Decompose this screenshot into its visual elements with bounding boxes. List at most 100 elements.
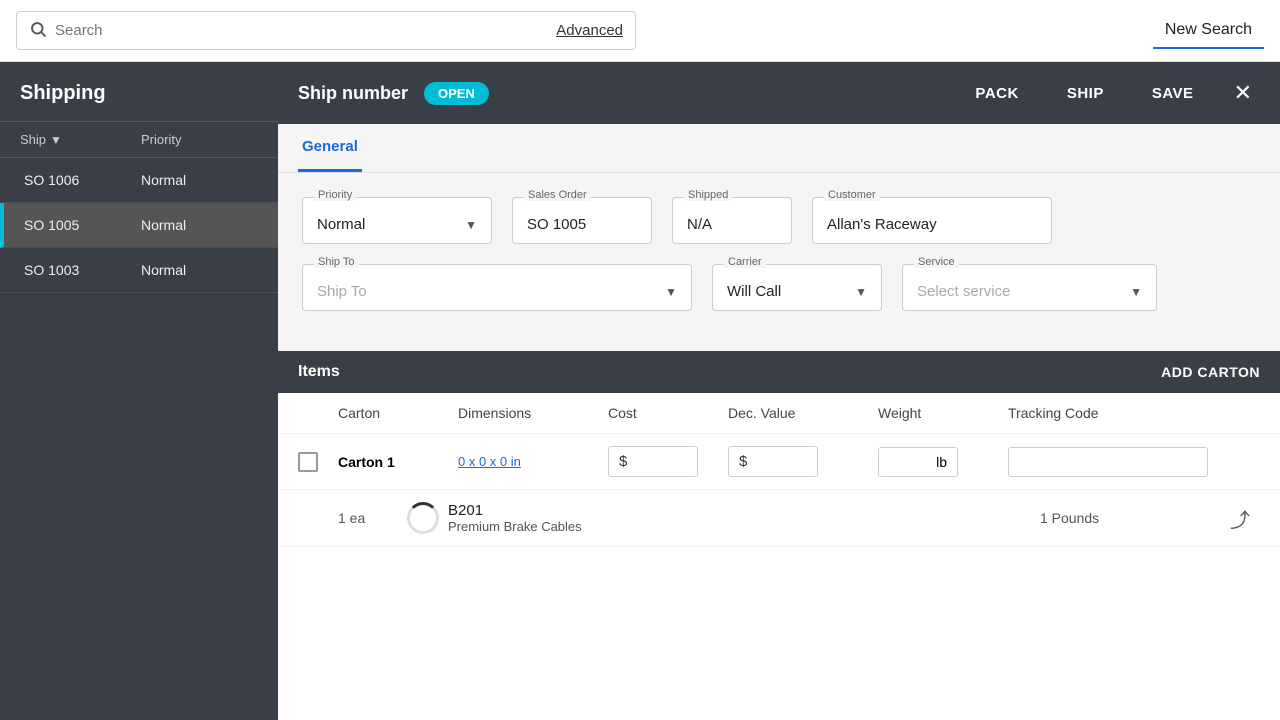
customer-field-group: Customer Allan's Raceway xyxy=(812,197,1052,244)
td-tracking xyxy=(1008,447,1260,477)
sidebar-item-so: SO 1005 xyxy=(24,217,141,233)
content-header: Ship number OPEN PACK SHIP SAVE ✕ xyxy=(278,62,1280,124)
table-header-row: Carton Dimensions Cost Dec. Value Weight… xyxy=(278,393,1280,434)
sub-item-qty: 1 ea xyxy=(338,510,398,526)
save-button[interactable]: SAVE xyxy=(1136,77,1210,110)
search-area: Advanced xyxy=(16,11,636,50)
sidebar-item-priority: Normal xyxy=(141,262,258,278)
carrier-dropdown-arrow-icon: ▼ xyxy=(855,285,867,299)
priority-dropdown-arrow-icon: ▼ xyxy=(465,218,477,232)
shipped-label: Shipped xyxy=(684,189,732,201)
sales-order-field-group: Sales Order SO 1005 xyxy=(512,197,652,244)
th-dimensions: Dimensions xyxy=(458,405,608,421)
sidebar-items: SO 1006 Normal SO 1005 Normal SO 1003 No… xyxy=(0,158,278,293)
sidebar-item-so: SO 1006 xyxy=(24,172,141,188)
service-field-group: Service Select service ▼ xyxy=(902,264,1157,311)
route-icon[interactable]: ⤴ xyxy=(1230,504,1250,533)
sidebar-item-so: SO 1003 xyxy=(24,262,141,278)
ship-to-field-group: Ship To Ship To ▼ xyxy=(302,264,692,311)
carrier-value: Will Call xyxy=(727,283,781,300)
shipped-field-group: Shipped N/A xyxy=(672,197,792,244)
carrier-dropdown[interactable]: Will Call ▼ xyxy=(712,264,882,311)
carrier-field-group: Carrier Will Call ▼ xyxy=(712,264,882,311)
td-checkbox[interactable] xyxy=(298,452,338,472)
main-layout: Shipping Ship ▼ Priority SO 1006 Normal … xyxy=(0,62,1280,720)
ship-to-dropdown-arrow-icon: ▼ xyxy=(665,285,677,299)
td-dec-value: $ xyxy=(728,446,878,477)
priority-dropdown[interactable]: Normal ▼ xyxy=(302,197,492,244)
service-dropdown[interactable]: Select service ▼ xyxy=(902,264,1157,311)
sort-arrow-icon: ▼ xyxy=(50,133,62,147)
items-table: Carton Dimensions Cost Dec. Value Weight… xyxy=(278,393,1280,720)
sidebar-col-ship: Ship ▼ xyxy=(20,132,137,147)
ship-number-label: Ship number xyxy=(298,83,408,104)
shipped-value: N/A xyxy=(672,197,792,244)
carrier-label: Carrier xyxy=(724,256,766,268)
weight-input[interactable] xyxy=(902,454,932,470)
customer-text: Allan's Raceway xyxy=(827,216,937,233)
sidebar-col-headers: Ship ▼ Priority xyxy=(0,122,278,158)
sidebar-item-so1006[interactable]: SO 1006 Normal xyxy=(0,158,278,203)
dec-value-input[interactable] xyxy=(751,453,811,470)
row-checkbox[interactable] xyxy=(298,452,318,472)
sub-item-code: B201 xyxy=(448,502,1040,519)
tracking-code-input[interactable] xyxy=(1008,447,1208,477)
service-label: Service xyxy=(914,256,959,268)
sub-item-description: Premium Brake Cables xyxy=(448,519,1040,534)
sidebar-col-priority: Priority xyxy=(141,132,258,147)
ship-to-placeholder: Ship To xyxy=(317,283,367,300)
new-search-button[interactable]: New Search xyxy=(1153,13,1264,49)
cost-input[interactable] xyxy=(631,453,691,470)
th-cost: Cost xyxy=(608,405,728,421)
content-area: Ship number OPEN PACK SHIP SAVE ✕ Genera… xyxy=(278,62,1280,720)
weight-unit: lb xyxy=(936,454,947,470)
cost-input-group[interactable]: $ xyxy=(608,446,698,477)
weight-input-group[interactable]: lb xyxy=(878,447,958,477)
add-carton-button[interactable]: ADD CARTON xyxy=(1161,364,1260,380)
sidebar: Shipping Ship ▼ Priority SO 1006 Normal … xyxy=(0,62,278,720)
service-dropdown-arrow-icon: ▼ xyxy=(1130,285,1142,299)
sales-order-text: SO 1005 xyxy=(527,216,586,233)
close-button[interactable]: ✕ xyxy=(1226,76,1260,110)
ship-to-label: Ship To xyxy=(314,256,359,268)
cost-symbol: $ xyxy=(619,453,627,470)
advanced-link[interactable]: Advanced xyxy=(556,22,623,39)
td-weight: lb xyxy=(878,447,1008,477)
sidebar-item-priority: Normal xyxy=(141,217,258,233)
customer-value: Allan's Raceway xyxy=(812,197,1052,244)
form-row-2: Ship To Ship To ▼ Carrier Will Call ▼ Se… xyxy=(302,264,1256,311)
priority-value: Normal xyxy=(317,216,365,233)
sub-item-icon xyxy=(398,502,448,534)
tab-general[interactable]: General xyxy=(298,124,362,172)
top-bar: Advanced New Search xyxy=(0,0,1280,62)
ship-to-dropdown[interactable]: Ship To ▼ xyxy=(302,264,692,311)
td-dimensions[interactable]: 0 x 0 x 0 in xyxy=(458,454,608,469)
sub-item-row: 1 ea B201 Premium Brake Cables 1 Pounds … xyxy=(278,490,1280,547)
items-header: Items ADD CARTON xyxy=(278,351,1280,393)
sub-item-weight: 1 Pounds xyxy=(1040,510,1220,526)
ship-col-label: Ship xyxy=(20,132,46,147)
service-placeholder: Select service xyxy=(917,283,1010,300)
dec-value-input-group[interactable]: $ xyxy=(728,446,818,477)
priority-label: Priority xyxy=(314,189,356,201)
priority-field-group: Priority Normal ▼ xyxy=(302,197,492,244)
td-carton: Carton 1 xyxy=(338,454,458,470)
sidebar-title: Shipping xyxy=(0,62,278,122)
tabs-bar: General xyxy=(278,124,1280,173)
status-badge: OPEN xyxy=(424,82,489,105)
ship-button[interactable]: SHIP xyxy=(1051,77,1120,110)
sub-item-action[interactable]: ⤴ xyxy=(1220,504,1260,533)
shipped-text: N/A xyxy=(687,216,712,233)
sales-order-label: Sales Order xyxy=(524,189,591,201)
loading-ring-icon xyxy=(407,502,439,534)
sidebar-item-so1003[interactable]: SO 1003 Normal xyxy=(0,248,278,293)
search-icon xyxy=(29,20,47,41)
pack-button[interactable]: PACK xyxy=(959,77,1034,110)
search-input[interactable] xyxy=(55,22,540,39)
th-tracking: Tracking Code xyxy=(1008,405,1260,421)
form-row-1: Priority Normal ▼ Sales Order SO 1005 Sh… xyxy=(302,197,1256,244)
th-weight: Weight xyxy=(878,405,1008,421)
th-carton: Carton xyxy=(338,405,458,421)
sales-order-value: SO 1005 xyxy=(512,197,652,244)
sidebar-item-so1005[interactable]: SO 1005 Normal xyxy=(0,203,278,248)
